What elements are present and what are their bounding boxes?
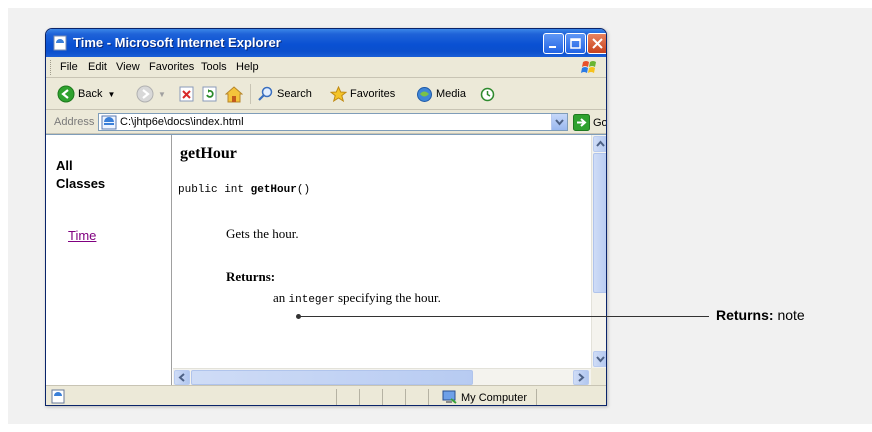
favorites-button[interactable]: Favorites <box>330 85 395 103</box>
status-divider <box>405 389 406 405</box>
search-button[interactable]: Search <box>258 85 312 103</box>
chevron-right-icon <box>578 373 585 382</box>
menu-view[interactable]: View <box>116 61 140 73</box>
status-divider <box>359 389 360 405</box>
menu-file[interactable]: File <box>60 61 78 73</box>
address-label: Address <box>54 116 95 128</box>
chevron-up-icon <box>596 140 605 147</box>
callout-text: note <box>773 307 805 323</box>
title-bar[interactable]: Time - Microsoft Internet Explorer <box>46 29 606 57</box>
maximize-button[interactable] <box>565 33 586 54</box>
returns-note-callout: Returns: note <box>716 307 805 323</box>
scroll-right-button[interactable] <box>573 370 589 385</box>
chevron-down-icon <box>596 356 605 363</box>
signature-prefix: public int <box>178 184 251 196</box>
history-icon <box>480 87 495 101</box>
returns-post: specifying the hour. <box>334 290 441 305</box>
address-bar: Address C:\jhtp6e\docs\index.html Go <box>46 110 606 134</box>
go-arrow-icon <box>573 114 590 131</box>
returns-label: Returns: <box>226 269 276 284</box>
window-title: Time - Microsoft Internet Explorer <box>73 35 281 50</box>
forward-button[interactable]: ▼ <box>136 85 166 103</box>
all-classes-heading: All Classes <box>56 157 166 193</box>
search-icon <box>258 86 273 101</box>
returns-code: integer <box>288 294 335 306</box>
refresh-icon <box>202 86 217 102</box>
favorites-star-icon <box>330 85 347 102</box>
toolbar-separator <box>250 84 251 104</box>
windows-logo-icon <box>581 61 596 73</box>
vertical-scrollbar[interactable] <box>591 135 606 368</box>
media-icon <box>417 86 432 102</box>
returns-description: an integer specifying the hour. <box>273 290 441 306</box>
stop-icon <box>179 86 194 102</box>
address-value: C:\jhtp6e\docs\index.html <box>120 116 244 128</box>
all-classes-line2: Classes <box>56 176 106 191</box>
chevron-left-icon <box>178 373 185 382</box>
scroll-down-button[interactable] <box>593 351 606 367</box>
standard-toolbar: Back ▼ ▼ Search Favorites Media <box>46 78 606 110</box>
method-description: Gets the hour. <box>226 226 299 241</box>
back-label: Back <box>78 88 103 100</box>
horizontal-scrollbar[interactable] <box>173 368 591 385</box>
status-divider <box>336 389 337 405</box>
security-zone-label: My Computer <box>461 391 528 404</box>
security-zone: My Computer <box>442 390 527 405</box>
address-input[interactable]: C:\jhtp6e\docs\index.html <box>98 113 568 131</box>
class-list-frame: All Classes Time <box>46 135 172 385</box>
search-label: Search <box>277 88 312 100</box>
status-divider <box>536 389 537 405</box>
horizontal-scroll-thumb[interactable] <box>191 370 473 385</box>
media-label: Media <box>436 88 466 100</box>
history-button[interactable] <box>479 85 496 103</box>
go-button[interactable]: Go <box>573 114 607 131</box>
back-dropdown-icon[interactable]: ▼ <box>107 90 115 99</box>
forward-arrow-icon <box>136 85 154 103</box>
minimize-button[interactable] <box>543 33 564 54</box>
favorites-label: Favorites <box>350 88 396 100</box>
menu-help[interactable]: Help <box>236 61 259 73</box>
scrollbar-corner <box>591 368 606 385</box>
menu-tools[interactable]: Tools <box>201 61 227 73</box>
page-icon <box>101 115 117 130</box>
signature-method: getHour <box>250 184 297 196</box>
all-classes-line1: All <box>56 158 73 173</box>
status-bar: My Computer <box>46 385 606 405</box>
menu-grip <box>50 60 53 75</box>
menu-favorites[interactable]: Favorites <box>149 61 194 73</box>
scroll-left-button[interactable] <box>174 370 190 385</box>
stop-button[interactable] <box>179 85 195 103</box>
ie-window: Time - Microsoft Internet Explorer File … <box>45 28 607 406</box>
callout-line <box>298 316 709 317</box>
vertical-scroll-thumb[interactable] <box>593 153 606 293</box>
home-icon <box>225 85 243 102</box>
menu-edit[interactable]: Edit <box>88 61 107 73</box>
forward-dropdown-icon[interactable]: ▼ <box>158 90 166 99</box>
home-button[interactable] <box>225 85 243 103</box>
page-content: All Classes Time getHour public int getH… <box>46 134 606 385</box>
go-label: Go <box>593 116 607 129</box>
class-detail-frame: getHour public int getHour() Gets the ho… <box>173 135 606 385</box>
signature-suffix: () <box>296 184 311 196</box>
time-class-link[interactable]: Time <box>68 228 96 243</box>
callout-bold: Returns: <box>716 307 774 323</box>
method-title: getHour <box>180 145 237 162</box>
refresh-button[interactable] <box>202 85 218 103</box>
scroll-up-button[interactable] <box>593 136 606 152</box>
my-computer-icon <box>442 390 457 404</box>
back-arrow-icon <box>57 85 75 103</box>
address-dropdown-button[interactable] <box>551 114 567 130</box>
page-done-icon <box>51 389 65 404</box>
method-signature: public int getHour() <box>178 184 310 196</box>
back-button[interactable]: Back ▼ <box>57 85 115 103</box>
menu-bar: File Edit View Favorites Tools Help <box>46 57 606 78</box>
close-button[interactable] <box>587 33 606 54</box>
ie-page-icon <box>53 35 67 51</box>
media-button[interactable]: Media <box>416 85 466 103</box>
returns-pre: an <box>273 290 289 305</box>
status-divider <box>428 389 429 405</box>
status-divider <box>382 389 383 405</box>
